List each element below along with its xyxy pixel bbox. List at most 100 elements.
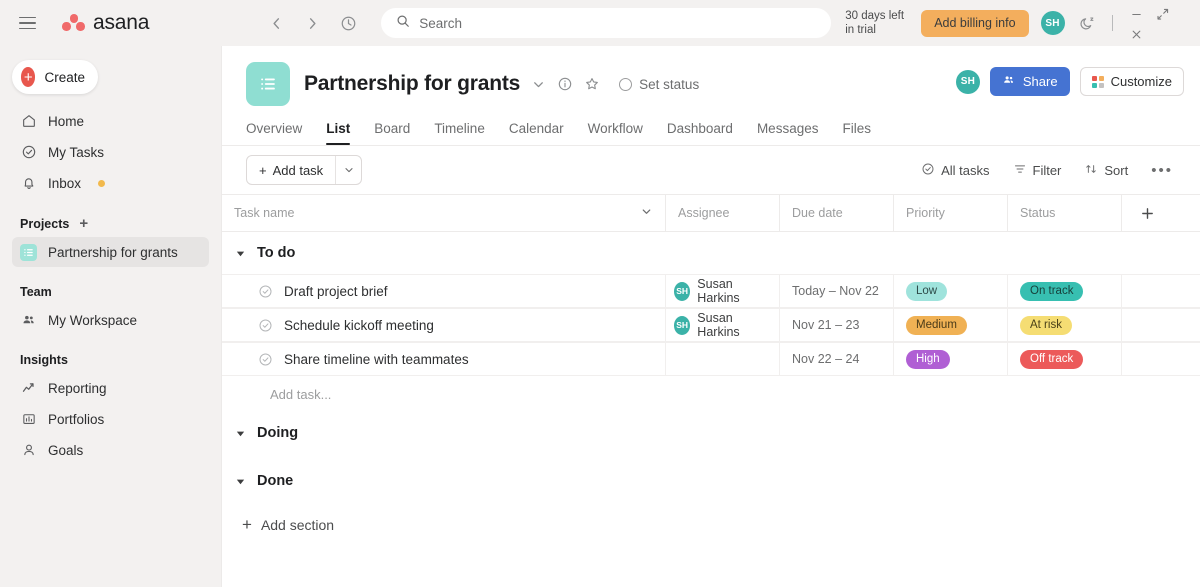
sidebar-item-reporting[interactable]: Reporting: [12, 373, 209, 403]
user-avatar[interactable]: SH: [1040, 11, 1065, 35]
check-circle-icon: [921, 162, 935, 179]
table-row[interactable]: Draft project brief SH Susan Harkins Tod…: [222, 274, 1200, 308]
tab-list[interactable]: List: [314, 116, 362, 145]
tab-timeline[interactable]: Timeline: [422, 116, 497, 145]
priority-badge: Low: [906, 281, 948, 301]
tab-dashboard[interactable]: Dashboard: [655, 116, 745, 145]
task-complete-check-circle-icon[interactable]: [258, 284, 273, 299]
tab-files[interactable]: Files: [830, 116, 883, 145]
due-date-cell[interactable]: Today – Nov 22: [780, 275, 894, 307]
section-header-doing[interactable]: Doing: [222, 412, 1200, 454]
add-column-button[interactable]: [1122, 195, 1200, 231]
all-tasks-label: All tasks: [941, 162, 990, 178]
task-name-cell[interactable]: Share timeline with teammates: [222, 343, 666, 375]
set-status-label: Set status: [639, 76, 700, 92]
status-cell[interactable]: On track: [1008, 275, 1122, 307]
status-cell[interactable]: At risk: [1008, 309, 1122, 341]
search-container: Search: [381, 8, 832, 38]
share-button[interactable]: Share: [989, 67, 1070, 96]
column-header-due-date[interactable]: Due date: [780, 195, 894, 231]
column-header-priority[interactable]: Priority: [894, 195, 1008, 231]
sort-button[interactable]: Sort: [1075, 156, 1137, 184]
filter-button[interactable]: Filter: [1004, 156, 1071, 184]
add-task-button[interactable]: + Add task: [247, 156, 335, 184]
priority-cell[interactable]: Low: [894, 275, 1008, 307]
assignee-cell[interactable]: [666, 343, 780, 375]
add-task-dropdown-chevron-down-icon[interactable]: [335, 156, 361, 184]
table-row[interactable]: Share timeline with teammates Nov 22 – 2…: [222, 342, 1200, 376]
sidebar-item-my-tasks[interactable]: My Tasks: [12, 137, 209, 167]
caret-down-icon[interactable]: [234, 475, 247, 488]
bell-icon: [20, 175, 37, 192]
table-row[interactable]: Schedule kickoff meeting SH Susan Harkin…: [222, 308, 1200, 342]
column-header-assignee[interactable]: Assignee: [666, 195, 780, 231]
row-end-cell: [1122, 309, 1200, 341]
hamburger-icon[interactable]: [14, 10, 40, 36]
sidebar-item-inbox[interactable]: Inbox: [12, 168, 209, 198]
priority-cell[interactable]: Medium: [894, 309, 1008, 341]
chevron-left-icon[interactable]: [261, 8, 291, 38]
sidebar-item-my-workspace[interactable]: My Workspace: [12, 305, 209, 335]
add-project-plus-icon[interactable]: +: [79, 216, 88, 231]
chevron-right-icon[interactable]: [297, 8, 327, 38]
tab-workflow[interactable]: Workflow: [576, 116, 655, 145]
assignee-cell[interactable]: SH Susan Harkins: [666, 275, 780, 307]
all-tasks-button[interactable]: All tasks: [912, 156, 998, 184]
set-status-button[interactable]: Set status: [619, 77, 699, 92]
minimize-icon[interactable]: [1124, 4, 1150, 24]
due-date-cell[interactable]: Nov 21 – 23: [780, 309, 894, 341]
clock-icon[interactable]: [333, 8, 363, 38]
add-billing-info-button[interactable]: Add billing info: [921, 9, 1029, 37]
project-member-avatar[interactable]: SH: [955, 69, 980, 94]
caret-down-icon[interactable]: [234, 247, 247, 260]
section-header-to-do[interactable]: To do: [222, 232, 1200, 274]
list-icon: [20, 243, 37, 261]
column-header-task-name[interactable]: Task name: [222, 195, 666, 231]
add-task-group: + Add task: [246, 155, 363, 185]
sidebar-item-partnership-for-grants[interactable]: Partnership for grants: [12, 237, 209, 267]
moon-zzz-icon[interactable]: [1073, 8, 1103, 38]
sidebar-item-home[interactable]: Home: [12, 106, 209, 136]
task-name-cell[interactable]: Draft project brief: [222, 275, 666, 307]
info-circle-icon[interactable]: [557, 76, 573, 92]
sidebar-item-portfolios[interactable]: Portfolios: [12, 404, 209, 434]
customize-button[interactable]: Customize: [1079, 67, 1184, 96]
star-icon[interactable]: [584, 76, 600, 92]
priority-cell[interactable]: High: [894, 343, 1008, 375]
task-complete-check-circle-icon[interactable]: [258, 318, 273, 333]
plus-icon: +: [242, 515, 252, 534]
task-name-cell[interactable]: Schedule kickoff meeting: [222, 309, 666, 341]
asana-app-window: asana Search 30 days left in trial Add b…: [0, 0, 1200, 587]
add-section-label: Add section: [260, 516, 335, 533]
caret-down-icon[interactable]: [234, 427, 247, 440]
search-input[interactable]: Search: [381, 8, 832, 38]
expand-icon[interactable]: [1150, 4, 1176, 24]
more-options-button[interactable]: •••: [1142, 156, 1182, 184]
tab-board[interactable]: Board: [362, 116, 422, 145]
assignee-name: Susan Harkins: [697, 311, 740, 339]
add-section-button[interactable]: + Add section: [222, 502, 1200, 533]
column-header-status[interactable]: Status: [1008, 195, 1122, 231]
add-task-inline-to-do[interactable]: Add task...: [222, 376, 1200, 412]
create-button[interactable]: + Create: [12, 60, 98, 94]
assignee-name: Susan Harkins: [697, 277, 740, 305]
funnel-icon: [1013, 162, 1027, 179]
close-icon[interactable]: [1124, 24, 1150, 44]
sidebar-item-goals[interactable]: Goals: [12, 435, 209, 465]
chevron-down-icon[interactable]: [640, 205, 653, 221]
assignee-cell[interactable]: SH Susan Harkins: [666, 309, 780, 341]
chevron-down-icon[interactable]: [531, 77, 546, 92]
tab-overview[interactable]: Overview: [246, 116, 314, 145]
status-circle-icon: [619, 77, 633, 91]
task-table: Task name Assignee Due date Priority Sta…: [222, 194, 1200, 587]
tab-calendar[interactable]: Calendar: [497, 116, 576, 145]
check-circle-icon: [20, 144, 37, 161]
due-date-cell[interactable]: Nov 22 – 24: [780, 343, 894, 375]
section-header-done[interactable]: Done: [222, 460, 1200, 502]
priority-badge: High: [906, 349, 950, 369]
tab-messages[interactable]: Messages: [745, 116, 831, 145]
task-name: Schedule kickoff meeting: [284, 317, 434, 333]
table-header-row: Task name Assignee Due date Priority Sta…: [222, 194, 1200, 232]
task-complete-check-circle-icon[interactable]: [258, 352, 273, 367]
status-cell[interactable]: Off track: [1008, 343, 1122, 375]
